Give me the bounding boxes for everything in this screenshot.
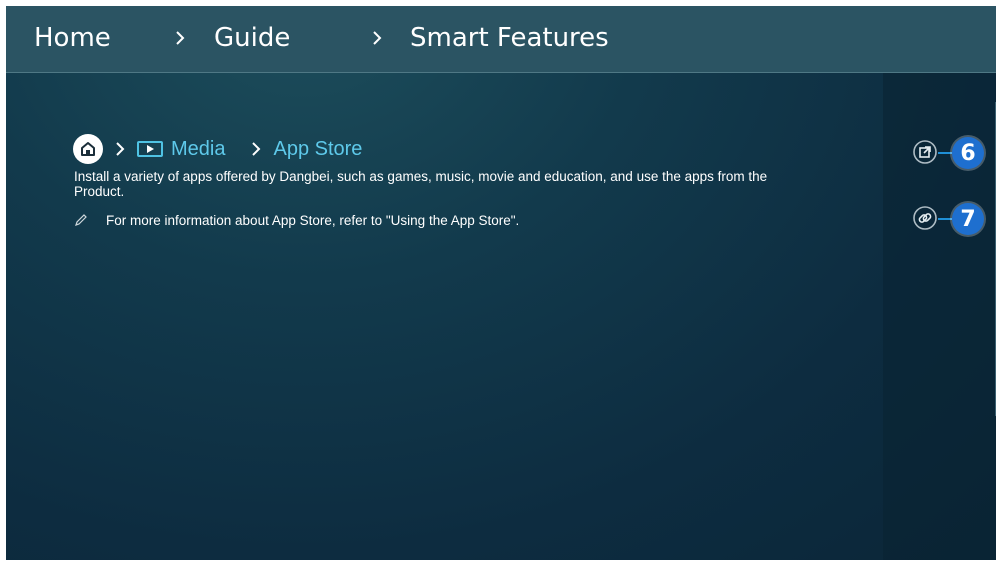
home-icon xyxy=(73,134,103,164)
callout-badge-6: 6 xyxy=(952,137,984,169)
note-text: For more information about App Store, re… xyxy=(106,212,520,228)
chevron-right-icon xyxy=(373,31,382,45)
breadcrumb-smart-features[interactable]: Smart Features xyxy=(410,22,609,54)
description-text: Install a variety of apps offered by Dan… xyxy=(74,169,768,199)
open-external-button[interactable] xyxy=(910,137,940,167)
breadcrumb: Home Guide Smart Features xyxy=(6,6,996,73)
open-external-icon xyxy=(913,140,937,164)
callout-connector xyxy=(938,218,952,220)
path-app-store[interactable]: App Store xyxy=(273,137,362,161)
scrollbar[interactable] xyxy=(995,102,996,416)
path-media[interactable]: Media xyxy=(171,137,225,161)
callout-badge-7: 7 xyxy=(952,203,984,235)
link-button[interactable] xyxy=(910,203,940,233)
media-icon xyxy=(137,141,163,157)
note: For more information about App Store, re… xyxy=(74,210,519,230)
breadcrumb-home[interactable]: Home xyxy=(34,22,111,54)
callout-connector xyxy=(938,152,952,154)
pencil-icon xyxy=(75,214,87,226)
chevron-right-icon xyxy=(252,142,261,156)
breadcrumb-guide[interactable]: Guide xyxy=(214,22,290,54)
tv-screen: Home Guide Smart Features Media App Stor… xyxy=(6,6,996,560)
menu-path: Media App Store xyxy=(73,132,362,166)
link-icon xyxy=(913,206,937,230)
chevron-right-icon xyxy=(176,31,185,45)
chevron-right-icon xyxy=(116,142,125,156)
